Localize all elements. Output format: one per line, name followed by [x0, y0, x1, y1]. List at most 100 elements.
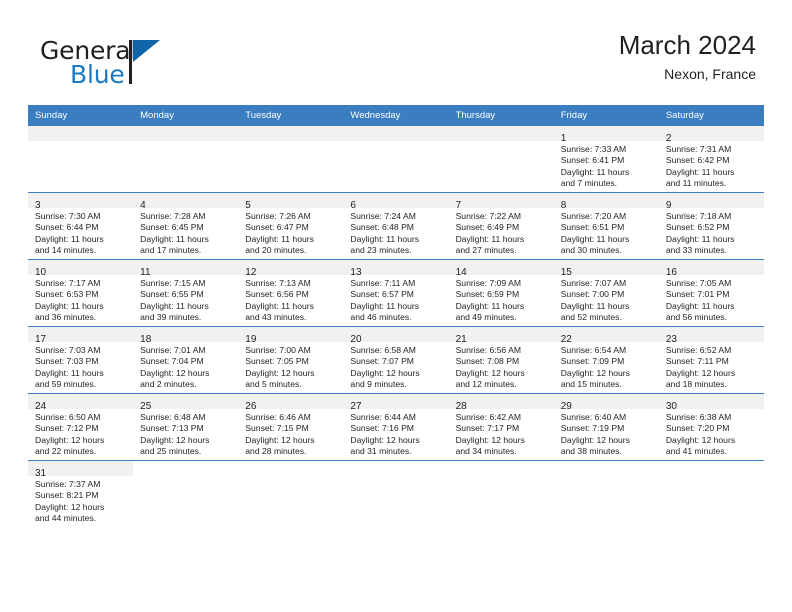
daylight-duration-line1: Daylight: 11 hours	[665, 233, 735, 244]
daylight-duration-line2: and 52 minutes.	[560, 312, 622, 323]
daylight-duration-line2: and 11 minutes.	[665, 178, 727, 189]
calendar-grid: Sunday Monday Tuesday Wednesday Thursday…	[28, 105, 764, 527]
day-number: 8	[560, 200, 567, 211]
page-title: March 2024	[618, 30, 756, 60]
calendar-day-cell[interactable]: 11 Sunrise: 7:15 AM Sunset: 6:55 PM Dayligh…	[133, 259, 239, 327]
daylight-duration-line2: and 31 minutes.	[350, 446, 412, 457]
calendar-day-cell[interactable]: 28 Sunrise: 6:42 AM Sunset: 7:17 PM Dayligh…	[448, 393, 554, 461]
calendar-day-cell[interactable]: 8 Sunrise: 7:20 AM Sunset: 6:51 PM Daylight…	[553, 192, 659, 260]
calendar-day-cell[interactable]: 24 Sunrise: 6:50 AM Sunset: 7:12 PM Dayligh…	[28, 393, 134, 461]
calendar-day-cell[interactable]: 19 Sunrise: 7:00 AM Sunset: 7:05 PM Dayligh…	[238, 326, 344, 394]
calendar-day-cell[interactable]: 18 Sunrise: 7:01 AM Sunset: 7:04 PM Dayligh…	[133, 326, 239, 394]
sunrise-time: Sunrise: 7:05 AM	[665, 278, 732, 288]
day-number-band: 17	[28, 327, 134, 345]
calendar-day-cell[interactable]: 21 Sunrise: 6:56 AM Sunset: 7:08 PM Dayligh…	[448, 326, 554, 394]
calendar-day-cell[interactable]: 20 Sunrise: 6:58 AM Sunset: 7:07 PM Dayligh…	[343, 326, 449, 394]
calendar-day-cell[interactable]: 14 Sunrise: 7:09 AM Sunset: 6:59 PM Dayligh…	[448, 259, 554, 327]
calendar-cell-inner	[28, 126, 134, 192]
daylight-duration-line2: and 22 minutes.	[35, 446, 97, 457]
calendar-cell-inner: 1 Sunrise: 7:33 AM Sunset: 6:41 PM Daylight…	[553, 126, 659, 192]
general-blue-logo[interactable]: General Blue	[40, 38, 240, 92]
day-number-band: 14	[448, 260, 554, 278]
sunset-time: Sunset: 7:03 PM	[35, 356, 99, 367]
calendar-cell-band	[448, 126, 554, 141]
calendar-day-cell[interactable]: 26 Sunrise: 6:46 AM Sunset: 7:15 PM Dayligh…	[238, 393, 344, 461]
calendar-cell-band	[448, 461, 554, 476]
logo-triangle-icon	[133, 40, 160, 62]
day-details: Sunrise: 6:44 AM Sunset: 7:16 PM Daylight:…	[343, 409, 448, 458]
calendar-day-cell[interactable]: 27 Sunrise: 6:44 AM Sunset: 7:16 PM Dayligh…	[343, 393, 449, 461]
calendar-day-cell[interactable]: 1 Sunrise: 7:33 AM Sunset: 6:41 PM Daylight…	[553, 126, 659, 193]
weekday-header-monday: Monday	[133, 105, 239, 126]
calendar-cell-inner: 24 Sunrise: 6:50 AM Sunset: 7:12 PM Dayligh…	[28, 394, 134, 460]
day-details: Sunrise: 6:48 AM Sunset: 7:13 PM Daylight:…	[133, 409, 238, 458]
day-number: 3	[35, 200, 41, 211]
calendar-day-cell[interactable]: 9 Sunrise: 7:18 AM Sunset: 6:52 PM Daylight…	[658, 192, 764, 260]
calendar-day-cell[interactable]: 7 Sunrise: 7:22 AM Sunset: 6:49 PM Daylight…	[448, 192, 554, 260]
daylight-duration-line1: Daylight: 11 hours	[560, 166, 630, 177]
day-details: Sunrise: 7:31 AM Sunset: 6:42 PM Daylight:…	[659, 141, 764, 190]
day-number-band: 2	[658, 126, 764, 144]
weekday-header-sunday: Sunday	[28, 105, 134, 126]
day-number-band: 11	[133, 260, 239, 278]
day-number: 24	[35, 401, 47, 412]
day-number: 21	[455, 334, 467, 345]
daylight-duration-line1: Daylight: 11 hours	[140, 233, 209, 244]
calendar-day-cell[interactable]: 29 Sunrise: 6:40 AM Sunset: 7:19 PM Dayligh…	[553, 393, 659, 461]
day-details: Sunrise: 6:42 AM Sunset: 7:17 PM Daylight:…	[449, 409, 554, 458]
calendar-day-cell[interactable]: 3 Sunrise: 7:30 AM Sunset: 6:44 PM Daylight…	[28, 192, 134, 260]
sunset-time: Sunset: 7:01 PM	[665, 289, 730, 300]
day-number-band: 23	[658, 327, 764, 345]
calendar-week-row: 17 Sunrise: 7:03 AM Sunset: 7:03 PM Dayligh…	[28, 326, 764, 394]
calendar-day-cell[interactable]: 2 Sunrise: 7:31 AM Sunset: 6:42 PM Daylight…	[658, 126, 764, 193]
daylight-duration-line2: and 5 minutes.	[245, 379, 302, 390]
sunset-time: Sunset: 7:04 PM	[140, 356, 204, 367]
calendar-day-cell[interactable]: 25 Sunrise: 6:48 AM Sunset: 7:13 PM Dayligh…	[133, 393, 239, 461]
calendar-day-cell[interactable]: 15 Sunrise: 7:07 AM Sunset: 7:00 PM Dayligh…	[553, 259, 659, 327]
calendar-cell-band	[133, 461, 239, 476]
calendar-day-cell[interactable]: 22 Sunrise: 6:54 AM Sunset: 7:09 PM Dayligh…	[553, 326, 659, 394]
calendar-day-cell[interactable]: 13 Sunrise: 7:11 AM Sunset: 6:57 PM Dayligh…	[343, 259, 449, 327]
calendar-day-cell[interactable]: 10 Sunrise: 7:17 AM Sunset: 6:53 PM Dayligh…	[28, 259, 134, 327]
calendar-day-cell[interactable]: 4 Sunrise: 7:28 AM Sunset: 6:45 PM Daylight…	[133, 192, 239, 260]
calendar-body: 1 Sunrise: 7:33 AM Sunset: 6:41 PM Daylight…	[28, 126, 764, 527]
calendar-cell-empty	[238, 126, 344, 193]
day-number: 19	[245, 334, 257, 345]
day-number: 22	[560, 334, 572, 345]
calendar-cell-empty	[448, 126, 554, 193]
sunrise-time: Sunrise: 7:15 AM	[140, 278, 206, 288]
calendar-day-cell[interactable]: 30 Sunrise: 6:38 AM Sunset: 7:20 PM Dayligh…	[658, 393, 764, 461]
calendar-day-cell[interactable]: 16 Sunrise: 7:05 AM Sunset: 7:01 PM Dayligh…	[658, 259, 764, 327]
calendar-cell-inner: 8 Sunrise: 7:20 AM Sunset: 6:51 PM Daylight…	[553, 193, 659, 259]
day-number-band: 19	[238, 327, 344, 345]
calendar-cell-inner: 3 Sunrise: 7:30 AM Sunset: 6:44 PM Daylight…	[28, 193, 134, 259]
calendar-cell-inner: 19 Sunrise: 7:00 AM Sunset: 7:05 PM Dayligh…	[238, 327, 344, 393]
calendar-day-cell[interactable]: 5 Sunrise: 7:26 AM Sunset: 6:47 PM Daylight…	[238, 192, 344, 260]
daylight-duration-line1: Daylight: 12 hours	[140, 367, 210, 378]
day-number: 26	[245, 401, 257, 412]
calendar-day-cell[interactable]: 17 Sunrise: 7:03 AM Sunset: 7:03 PM Dayligh…	[28, 326, 134, 394]
calendar-week-row: 3 Sunrise: 7:30 AM Sunset: 6:44 PM Daylight…	[28, 192, 764, 260]
daylight-duration-line1: Daylight: 12 hours	[560, 434, 630, 445]
calendar-day-cell[interactable]: 12 Sunrise: 7:13 AM Sunset: 6:56 PM Dayligh…	[238, 259, 344, 327]
day-details: Sunrise: 6:38 AM Sunset: 7:20 PM Daylight:…	[659, 409, 764, 458]
day-details: Sunrise: 7:05 AM Sunset: 7:01 PM Daylight:…	[659, 275, 764, 324]
day-number: 13	[350, 267, 362, 278]
day-number-band: 13	[343, 260, 449, 278]
daylight-duration-line2: and 18 minutes.	[665, 379, 727, 390]
daylight-duration-line1: Daylight: 12 hours	[245, 434, 315, 445]
sunset-time: Sunset: 6:59 PM	[455, 289, 520, 300]
daylight-duration-line1: Daylight: 11 hours	[35, 233, 104, 244]
calendar-cell-inner: 15 Sunrise: 7:07 AM Sunset: 7:00 PM Dayligh…	[553, 260, 659, 326]
sunrise-time: Sunrise: 6:44 AM	[350, 412, 416, 422]
calendar-day-cell[interactable]: 31 Sunrise: 7:37 AM Sunset: 8:21 PM Dayligh…	[28, 460, 134, 527]
sunrise-time: Sunrise: 7:09 AM	[455, 278, 522, 288]
calendar-day-cell[interactable]: 6 Sunrise: 7:24 AM Sunset: 6:48 PM Daylight…	[343, 192, 449, 260]
daylight-duration-line2: and 59 minutes.	[35, 379, 97, 390]
calendar-cell-empty	[238, 460, 344, 527]
calendar-day-cell[interactable]: 23 Sunrise: 6:52 AM Sunset: 7:11 PM Dayligh…	[658, 326, 764, 394]
weekday-header-row: Sunday Monday Tuesday Wednesday Thursday…	[28, 105, 764, 126]
daylight-duration-line1: Daylight: 12 hours	[350, 434, 420, 445]
sunset-time: Sunset: 6:55 PM	[140, 289, 204, 300]
day-number-band: 10	[28, 260, 134, 278]
